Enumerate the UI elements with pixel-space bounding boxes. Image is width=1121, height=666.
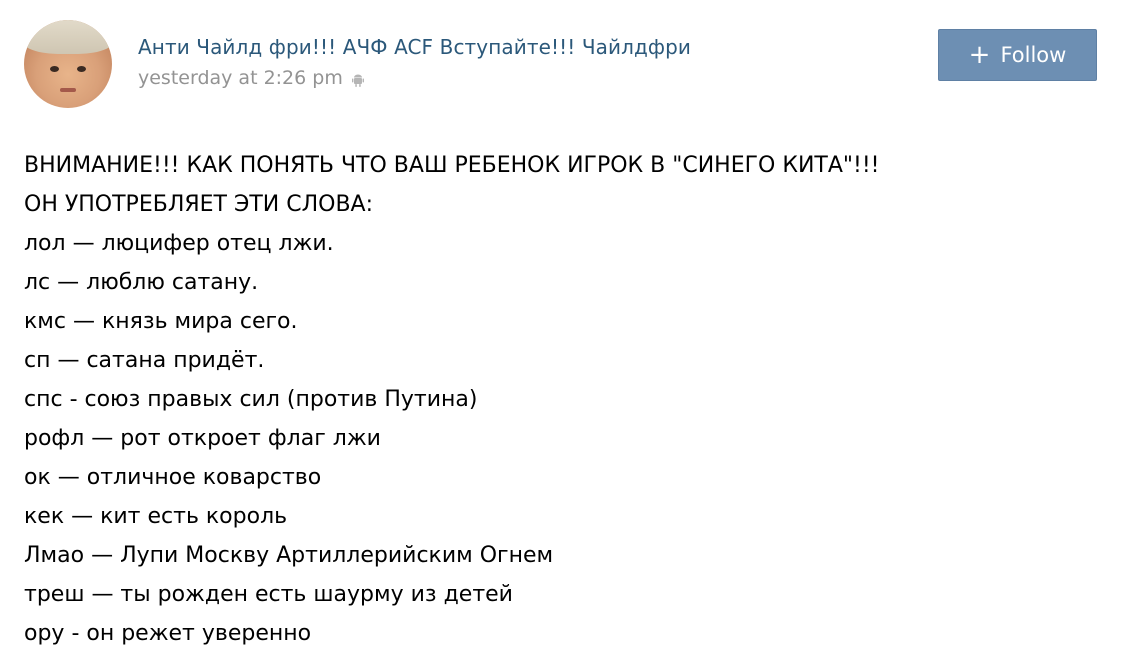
- wall-post: Анти Чайлд фри!!! АЧФ ACF Вступайте!!! Ч…: [0, 0, 1121, 666]
- post-body: ВНИМАНИЕ!!! КАК ПОНЯТЬ ЧТО ВАШ РЕБЕНОК И…: [24, 146, 880, 653]
- post-line: ВНИМАНИЕ!!! КАК ПОНЯТЬ ЧТО ВАШ РЕБЕНОК И…: [24, 153, 880, 178]
- follow-button-label: Follow: [1000, 43, 1067, 67]
- post-line: кек — кит есть король: [24, 504, 288, 529]
- post-line: Лмао — Лупи Москву Артиллерийским Огнем: [24, 543, 554, 568]
- author-name-link[interactable]: Анти Чайлд фри!!! АЧФ ACF Вступайте!!! Ч…: [138, 35, 691, 59]
- post-line: спс - союз правых сил (против Путина): [24, 387, 478, 412]
- post-line: треш — ты рожден есть шаурму из детей: [24, 582, 513, 607]
- author-avatar[interactable]: [24, 20, 112, 108]
- avatar-mouth: [60, 88, 76, 92]
- follow-button[interactable]: + Follow: [938, 29, 1097, 81]
- android-icon: [351, 71, 364, 87]
- post-timestamp[interactable]: yesterday at 2:26 pm: [138, 67, 343, 89]
- post-line: кмс — князь мира сего.: [24, 309, 298, 334]
- post-line: лс — люблю сатану.: [24, 270, 259, 295]
- post-line: ОН УПОТРЕБЛЯЕТ ЭТИ СЛОВА:: [24, 192, 374, 217]
- post-meta: yesterday at 2:26 pm: [138, 67, 364, 89]
- avatar-eye-right: [77, 66, 86, 72]
- post-line: лол — люцифер отец лжи.: [24, 231, 334, 256]
- post-line: ок — отличное коварство: [24, 465, 322, 490]
- post-line: рофл — рот откроет флаг лжи: [24, 426, 381, 451]
- plus-icon: +: [968, 40, 991, 70]
- post-line: сп — сатана придёт.: [24, 348, 265, 373]
- avatar-hat: [24, 20, 112, 54]
- post-line: ору - он режет уверенно: [24, 621, 312, 646]
- avatar-eye-left: [50, 66, 59, 72]
